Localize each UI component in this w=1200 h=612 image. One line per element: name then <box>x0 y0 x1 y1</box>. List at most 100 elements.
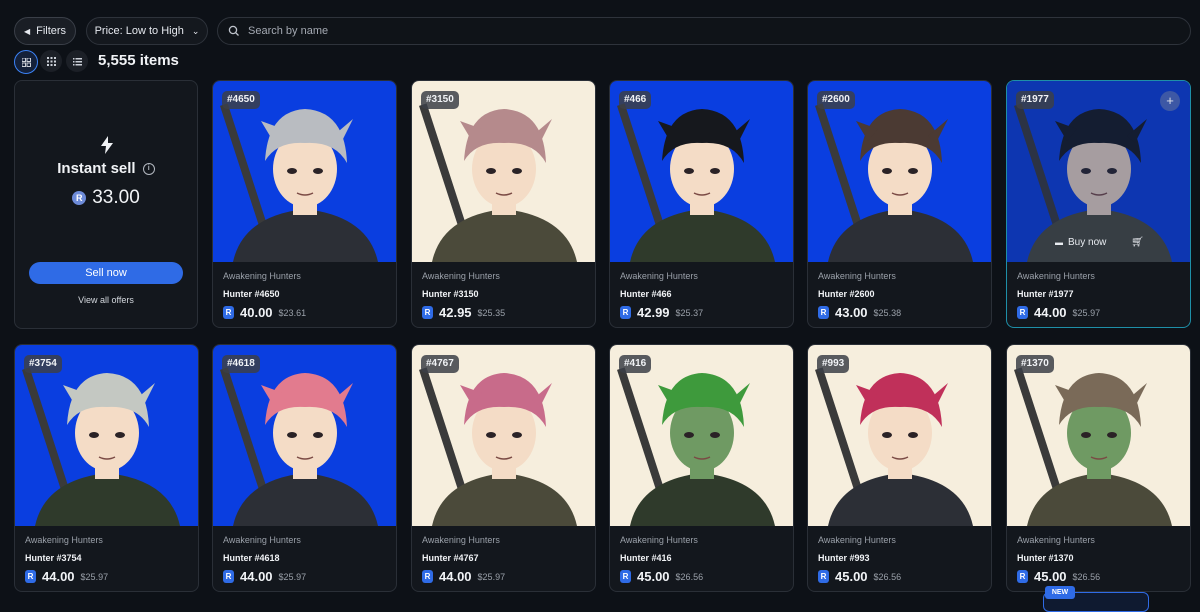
price-value: 42.99 <box>637 305 670 320</box>
nft-artwork[interactable]: #416 <box>610 345 793 526</box>
nft-artwork[interactable]: #3150 <box>412 81 595 262</box>
grid-large-icon <box>21 57 31 67</box>
view-all-offers-link[interactable]: View all offers <box>15 295 197 305</box>
usd-value: $25.97 <box>278 571 307 582</box>
search-bar <box>217 17 1191 45</box>
nft-artwork[interactable]: #993 <box>808 345 991 526</box>
ron-token-icon: R <box>422 570 433 583</box>
buy-now-button[interactable]: ▬ Buy now <box>1055 237 1106 248</box>
sort-dropdown[interactable]: Price: Low to High ⌄ <box>86 17 208 45</box>
nft-name: Hunter #1370 <box>1017 553 1074 563</box>
price-value: 40.00 <box>240 305 273 320</box>
price-row: R 40.00 $23.61 <box>223 305 306 320</box>
nft-name: Hunter #466 <box>620 289 672 299</box>
ron-token-icon: R <box>620 570 631 583</box>
ron-token-icon: R <box>818 306 829 319</box>
list-icon <box>72 57 82 65</box>
ron-token-icon: R <box>1017 306 1028 319</box>
nft-artwork[interactable]: #4767 <box>412 345 595 526</box>
token-id-badge: #3754 <box>24 355 62 373</box>
usd-value: $26.56 <box>873 571 902 582</box>
nft-artwork[interactable]: #1370 <box>1007 345 1190 526</box>
usd-value: $23.61 <box>278 307 307 318</box>
price-value: 44.00 <box>1034 305 1067 320</box>
collection-name: Awakening Hunters <box>223 535 301 545</box>
price-row: R 45.00 $26.56 <box>620 569 703 584</box>
usd-value: $26.56 <box>1072 571 1101 582</box>
usd-value: $25.97 <box>80 571 109 582</box>
filters-button[interactable]: ◀ Filters <box>14 17 76 45</box>
cart-icon[interactable]: 🛒︎ <box>1131 237 1144 248</box>
nft-card[interactable]: #4767 Awakening Hunters Hunter #4767 R 4… <box>411 344 596 592</box>
collection-name: Awakening Hunters <box>1017 535 1095 545</box>
buy-now-label: Buy now <box>1068 237 1107 248</box>
price-value: 44.00 <box>240 569 273 584</box>
nft-card[interactable]: #2600 Awakening Hunters Hunter #2600 R 4… <box>807 80 992 328</box>
instant-sell-card: Instant sell i R 33.00 Sell now View all… <box>14 80 198 329</box>
nft-name: Hunter #3754 <box>25 553 82 563</box>
price-value: 45.00 <box>835 569 868 584</box>
nft-card[interactable]: #3150 Awakening Hunters Hunter #3150 R 4… <box>411 80 596 328</box>
nft-card[interactable]: #416 Awakening Hunters Hunter #416 R 45.… <box>609 344 794 592</box>
price-value: 44.00 <box>42 569 75 584</box>
add-to-cart-plus-button[interactable]: + <box>1160 91 1180 111</box>
instant-sell-title: Instant sell i <box>15 160 197 177</box>
grid-large-view-button[interactable] <box>14 50 38 74</box>
nft-artwork[interactable]: #466 <box>610 81 793 262</box>
chevron-down-icon: ⌄ <box>191 25 200 36</box>
nft-name: Hunter #993 <box>818 553 870 563</box>
collection-name: Awakening Hunters <box>25 535 103 545</box>
token-id-badge: #2600 <box>817 91 855 109</box>
price-row: R 42.95 $25.35 <box>422 305 505 320</box>
grid-small-view-button[interactable] <box>40 50 62 72</box>
collection-name: Awakening Hunters <box>620 271 698 281</box>
nft-artwork[interactable]: #4650 <box>213 81 396 262</box>
usd-value: $25.35 <box>477 307 506 318</box>
filters-label: Filters <box>36 25 67 37</box>
caret-left-icon: ◀ <box>23 26 31 36</box>
lightning-icon <box>101 136 113 154</box>
nft-name: Hunter #4767 <box>422 553 479 563</box>
collection-name: Awakening Hunters <box>818 271 896 281</box>
nft-card[interactable]: #1370 Awakening Hunters Hunter #1370 R 4… <box>1006 344 1191 592</box>
nft-name: Hunter #4650 <box>223 289 280 299</box>
usd-value: $25.97 <box>1072 307 1101 318</box>
instant-sell-price-value: 33.00 <box>92 187 140 208</box>
nft-card[interactable]: #4650 Awakening Hunters Hunter #4650 R 4… <box>212 80 397 328</box>
info-icon[interactable]: i <box>142 163 155 176</box>
collection-name: Awakening Hunters <box>818 535 896 545</box>
list-view-button[interactable] <box>66 50 88 72</box>
nft-name: Hunter #1977 <box>1017 289 1074 299</box>
nft-card[interactable]: #1977 + ▬ Buy now 🛒︎ Awakening Hunters Hu… <box>1006 80 1191 328</box>
ron-token-icon: R <box>223 306 234 319</box>
item-count: 5,555 items <box>98 52 179 69</box>
token-id-badge: #466 <box>619 91 652 109</box>
nft-artwork[interactable]: #1977 + ▬ Buy now 🛒︎ <box>1007 81 1190 262</box>
price-row: R 44.00 $25.97 <box>422 569 505 584</box>
collection-name: Awakening Hunters <box>223 271 301 281</box>
sort-label: Price: Low to High <box>94 25 184 37</box>
nft-name: Hunter #4618 <box>223 553 280 563</box>
price-row: R 42.99 $25.37 <box>620 305 703 320</box>
nft-card[interactable]: #993 Awakening Hunters Hunter #993 R 45.… <box>807 344 992 592</box>
collection-name: Awakening Hunters <box>422 271 500 281</box>
sell-now-button[interactable]: Sell now <box>29 262 183 284</box>
ron-token-icon: R <box>818 570 829 583</box>
search-input[interactable] <box>246 24 1150 38</box>
usd-value: $25.38 <box>873 307 902 318</box>
nft-artwork[interactable]: #2600 <box>808 81 991 262</box>
new-badge: NEW <box>1045 586 1075 599</box>
usd-value: $25.97 <box>477 571 506 582</box>
collection-name: Awakening Hunters <box>1017 271 1095 281</box>
nft-card[interactable]: #466 Awakening Hunters Hunter #466 R 42.… <box>609 80 794 328</box>
nft-artwork[interactable]: #4618 <box>213 345 396 526</box>
nft-card[interactable]: #3754 Awakening Hunters Hunter #3754 R 4… <box>14 344 199 592</box>
price-row: R 43.00 $25.38 <box>818 305 901 320</box>
price-row: R 45.00 $26.56 <box>1017 569 1100 584</box>
view-bar: 5,555 items <box>0 50 400 74</box>
token-id-badge: #993 <box>817 355 850 373</box>
price-value: 45.00 <box>637 569 670 584</box>
nft-card[interactable]: #4618 Awakening Hunters Hunter #4618 R 4… <box>212 344 397 592</box>
nft-artwork[interactable]: #3754 <box>15 345 198 526</box>
usd-value: $25.37 <box>675 307 704 318</box>
